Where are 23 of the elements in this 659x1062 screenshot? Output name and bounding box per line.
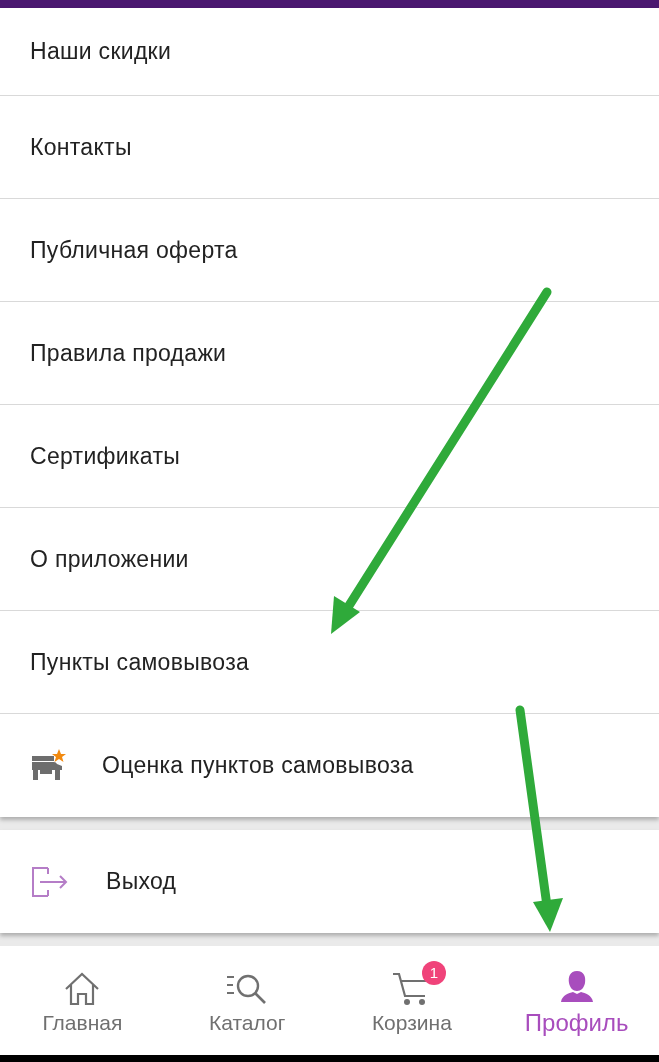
menu-label: Наши скидки [30, 38, 172, 65]
nav-tab[interactable]: Профиль [494, 946, 659, 1055]
menu-label: Выход [106, 868, 177, 895]
menu-item[interactable]: Сертификаты [0, 405, 659, 508]
menu-label: Оценка пунктов самовывоза [102, 752, 414, 779]
menu-item[interactable]: Правила продажи [0, 302, 659, 405]
menu-label: Публичная оферта [30, 236, 238, 264]
menu-item[interactable]: О приложении [0, 508, 659, 611]
count-badge: 1 [421, 960, 446, 985]
menu-item[interactable]: Оценка пунктов самовывоза [0, 714, 659, 817]
nav-tab[interactable]: Главная [0, 946, 165, 1055]
menu-item[interactable]: Пункты самовывоза [0, 611, 659, 714]
menu-label: Правила продажи [30, 339, 227, 367]
menu-label: О приложении [30, 545, 189, 573]
nav-tab[interactable]: 1 Корзина [329, 946, 495, 1055]
nav-tab[interactable]: Каталог [164, 946, 330, 1055]
menu-item[interactable]: Наши скидки [0, 8, 659, 96]
menu-item[interactable]: Публичная оферта [0, 199, 659, 302]
menu-label: Сертификаты [30, 442, 181, 470]
logout-item[interactable]: Выход [0, 830, 659, 933]
menu-label: Контакты [30, 133, 132, 161]
menu-item[interactable]: Контакты [0, 96, 659, 199]
menu-label: Пункты самовывоза [30, 648, 250, 676]
